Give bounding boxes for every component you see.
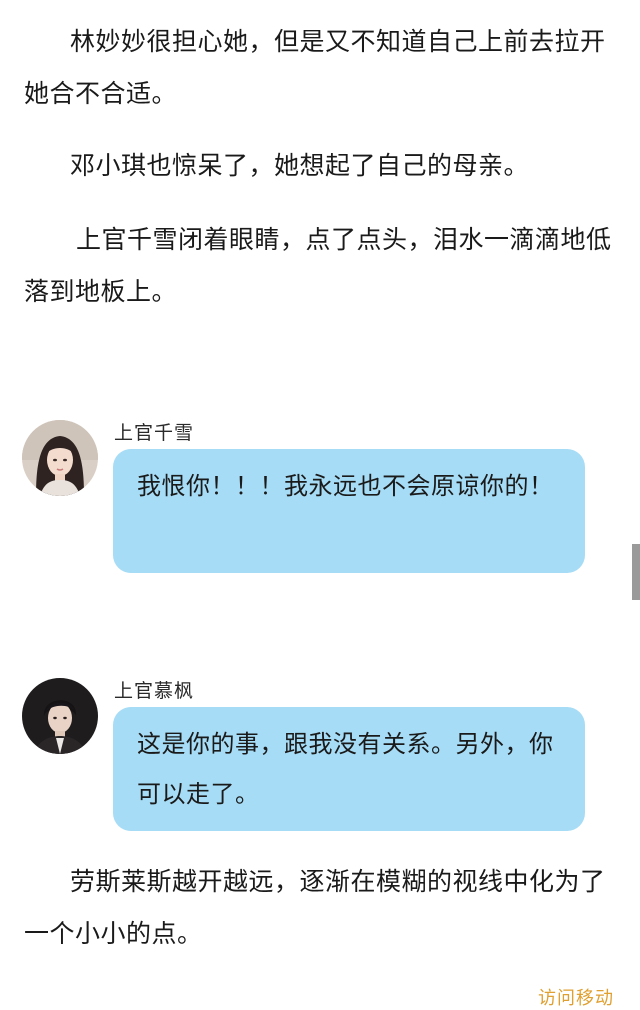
mobile-access-link[interactable]: 访问移动 xyxy=(538,984,614,1010)
chat-bubble: 我恨你！！！我永远也不会原谅你的！ xyxy=(113,449,585,573)
story-paragraph-closing: 劳斯莱斯越开越远，逐渐在模糊的视线中化为了一个小小的点。 xyxy=(24,867,606,948)
female-avatar-icon[interactable] xyxy=(22,420,98,496)
story-paragraph-1: 林妙妙很担心她，但是又不知道自己上前去拉开她合不合适。 xyxy=(24,27,606,108)
chat-sender-name: 上官千雪 xyxy=(114,422,195,444)
story-paragraph-3: 上官千雪闭着眼睛，点了点头，泪水一滴滴地低落到地板上。 xyxy=(24,225,612,306)
story-paragraph-2: 邓小琪也惊呆了，她想起了自己的母亲。 xyxy=(70,151,530,180)
chat-sender-name: 上官慕枫 xyxy=(114,680,195,702)
male-avatar-icon[interactable] xyxy=(22,678,98,754)
chat-bubble: 这是你的事，跟我没有关系。另外，你可以走了。 xyxy=(113,707,585,831)
scrollbar-thumb[interactable] xyxy=(632,544,640,600)
